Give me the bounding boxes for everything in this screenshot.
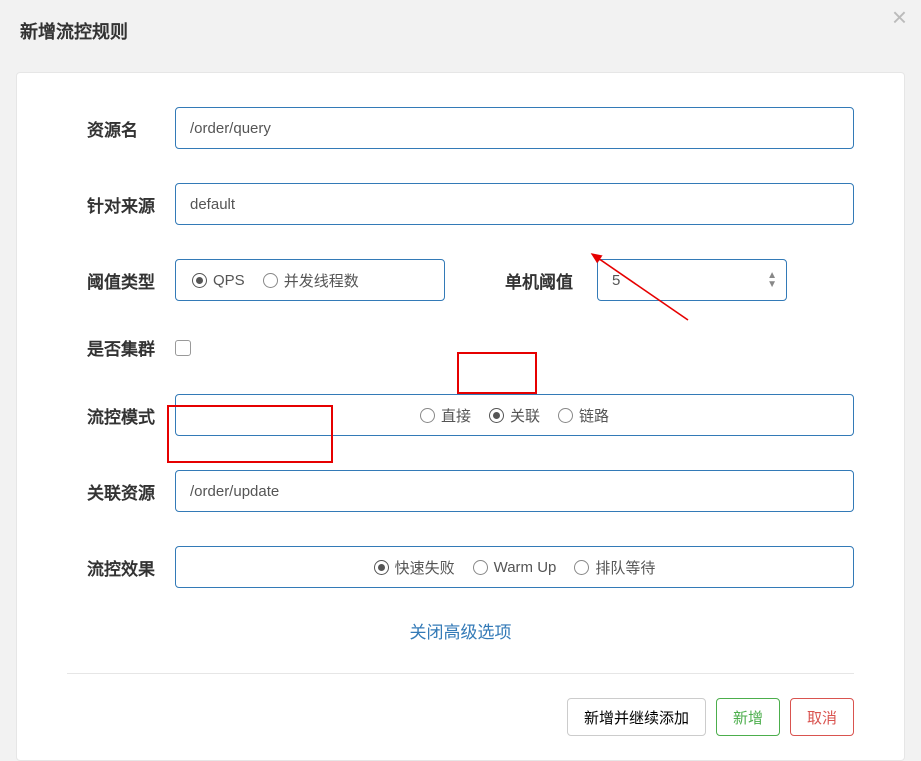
radio-icon xyxy=(473,560,488,575)
radio-icon xyxy=(558,408,573,423)
radio-mode-direct[interactable]: 直接 xyxy=(420,405,471,426)
row-resource: 资源名 xyxy=(67,107,854,149)
row-effect: 流控效果 快速失败 Warm Up 排队等待 xyxy=(67,546,854,588)
radio-effect-queue-label: 排队等待 xyxy=(595,557,655,578)
radio-thread[interactable]: 并发线程数 xyxy=(263,270,359,291)
footer: 新增并继续添加 新增 取消 xyxy=(67,698,854,736)
cancel-button[interactable]: 取消 xyxy=(790,698,854,736)
mode-group: 直接 关联 链路 xyxy=(175,394,854,436)
label-mode: 流控模式 xyxy=(67,403,175,428)
radio-icon xyxy=(192,273,207,288)
radio-mode-chain-label: 链路 xyxy=(579,405,609,426)
divider xyxy=(67,673,854,674)
modal-header: 新增流控规则 × xyxy=(0,0,921,64)
number-stepper[interactable]: ▲ ▼ xyxy=(767,271,777,289)
radio-effect-warmup[interactable]: Warm Up xyxy=(473,559,557,576)
threshold-type-group: QPS 并发线程数 xyxy=(175,259,445,301)
row-cluster: 是否集群 xyxy=(67,335,854,360)
cluster-checkbox[interactable] xyxy=(175,340,191,356)
radio-icon xyxy=(420,408,435,423)
radio-effect-queue[interactable]: 排队等待 xyxy=(574,557,655,578)
radio-effect-fastfail-label: 快速失败 xyxy=(395,557,455,578)
close-icon[interactable]: × xyxy=(892,4,907,30)
related-resource-input[interactable] xyxy=(175,470,854,512)
radio-icon xyxy=(374,560,389,575)
add-button[interactable]: 新增 xyxy=(716,698,780,736)
threshold-input[interactable] xyxy=(597,259,787,301)
advanced-link-row: 关闭高级选项 xyxy=(67,618,854,643)
radio-mode-chain[interactable]: 链路 xyxy=(558,405,609,426)
row-threshold: 阈值类型 QPS 并发线程数 单机阈值 ▲ xyxy=(67,259,854,301)
radio-icon xyxy=(489,408,504,423)
modal-title: 新增流控规则 xyxy=(20,18,901,44)
form-panel: 资源名 针对来源 阈值类型 QPS 并发线程数 xyxy=(16,72,905,761)
source-input[interactable] xyxy=(175,183,854,225)
label-threshold-value: 单机阈值 xyxy=(505,268,573,293)
radio-qps[interactable]: QPS xyxy=(192,272,245,289)
label-resource: 资源名 xyxy=(67,116,175,141)
radio-icon xyxy=(574,560,589,575)
effect-group: 快速失败 Warm Up 排队等待 xyxy=(175,546,854,588)
radio-qps-label: QPS xyxy=(213,272,245,289)
chevron-down-icon: ▼ xyxy=(767,280,777,289)
radio-mode-direct-label: 直接 xyxy=(441,405,471,426)
radio-mode-relate-label: 关联 xyxy=(510,405,540,426)
label-cluster: 是否集群 xyxy=(67,335,175,360)
radio-icon xyxy=(263,273,278,288)
label-effect: 流控效果 xyxy=(67,555,175,580)
add-continue-button[interactable]: 新增并继续添加 xyxy=(567,698,706,736)
radio-mode-relate[interactable]: 关联 xyxy=(489,405,540,426)
close-advanced-link[interactable]: 关闭高级选项 xyxy=(410,623,512,642)
label-related: 关联资源 xyxy=(67,479,175,504)
radio-thread-label: 并发线程数 xyxy=(284,270,359,291)
resource-input[interactable] xyxy=(175,107,854,149)
label-threshold-type: 阈值类型 xyxy=(67,268,175,293)
row-source: 针对来源 xyxy=(67,183,854,225)
row-related: 关联资源 xyxy=(67,470,854,512)
radio-effect-warmup-label: Warm Up xyxy=(494,559,557,576)
row-mode: 流控模式 直接 关联 链路 xyxy=(67,394,854,436)
label-source: 针对来源 xyxy=(67,192,175,217)
radio-effect-fastfail[interactable]: 快速失败 xyxy=(374,557,455,578)
